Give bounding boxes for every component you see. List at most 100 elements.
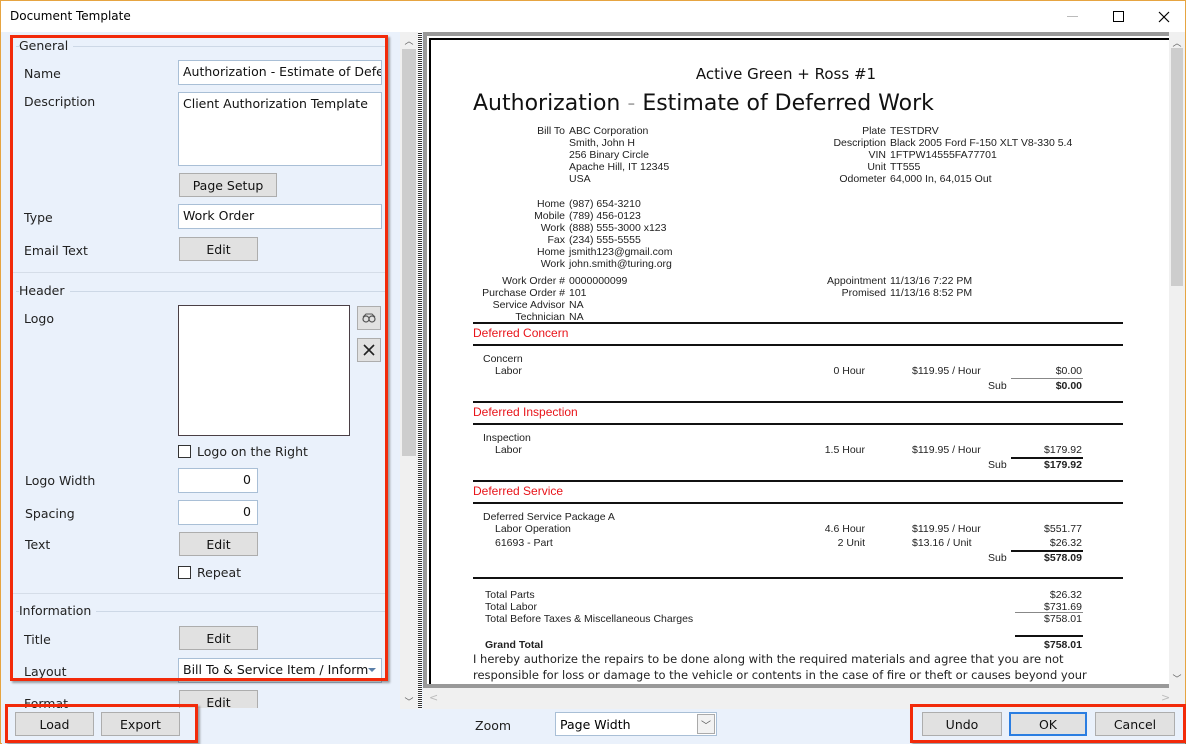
line-rate: $119.95 / Hour bbox=[912, 365, 981, 377]
general-group-legend: General bbox=[19, 38, 74, 53]
vehicle-value: TT555 bbox=[890, 161, 921, 173]
email-text-label: Email Text bbox=[24, 243, 88, 258]
checkbox-box[interactable] bbox=[178, 445, 191, 458]
line-amount: $26.32 bbox=[1049, 537, 1082, 549]
page-setup-button[interactable]: Page Setup bbox=[179, 173, 277, 197]
scroll-left-arrow-icon[interactable]: < bbox=[429, 691, 438, 704]
contact-label: Home bbox=[536, 198, 565, 210]
contact-value: john.smith@turing.org bbox=[569, 258, 672, 270]
load-button[interactable]: Load bbox=[15, 712, 94, 736]
logo-on-right-checkbox[interactable]: Logo on the Right bbox=[178, 444, 308, 459]
document-title: Authorization - Estimate of Deferred Wor… bbox=[473, 91, 934, 116]
spacing-label: Spacing bbox=[25, 506, 75, 521]
logo-width-input[interactable]: 0 bbox=[178, 468, 258, 493]
scrollbar-thumb[interactable] bbox=[402, 49, 416, 456]
scrollbar-thumb[interactable] bbox=[1171, 48, 1183, 286]
cancel-button[interactable]: Cancel bbox=[1095, 712, 1175, 736]
bill-to-line: USA bbox=[569, 173, 591, 185]
preview-horizontal-scrollbar[interactable]: < > bbox=[423, 688, 1170, 709]
zoom-select[interactable]: Page Width ﹀ bbox=[555, 712, 717, 736]
line-amount: $179.92 bbox=[1044, 444, 1082, 456]
contact-label: Mobile bbox=[534, 210, 565, 222]
totals-top-rule bbox=[473, 577, 1123, 579]
order-label: Work Order # bbox=[502, 275, 565, 287]
layout-select[interactable]: Bill To & Service Item / Inform bbox=[178, 658, 382, 683]
checkbox-box[interactable] bbox=[178, 566, 191, 579]
bill-to-line: Smith, John H bbox=[569, 137, 635, 149]
line-desc: Labor bbox=[495, 365, 522, 377]
description-textarea[interactable]: Client Authorization Template bbox=[178, 92, 382, 166]
section-top-rule bbox=[473, 322, 1123, 324]
chevron-down-icon[interactable]: ﹀ bbox=[697, 714, 715, 734]
maximize-button[interactable] bbox=[1095, 1, 1141, 32]
contact-value: jsmith123@gmail.com bbox=[569, 246, 673, 258]
title-edit-button[interactable]: Edit bbox=[179, 626, 258, 650]
shop-name: Active Green + Ross #1 bbox=[695, 65, 877, 83]
x-icon bbox=[363, 344, 375, 356]
clear-logo-button[interactable] bbox=[357, 338, 381, 362]
format-edit-button[interactable]: Edit bbox=[179, 690, 258, 708]
browse-logo-button[interactable] bbox=[357, 306, 381, 330]
email-text-edit-button[interactable]: Edit bbox=[179, 237, 258, 261]
title-label: Title bbox=[24, 632, 51, 647]
vehicle-label: Unit bbox=[867, 161, 886, 173]
bill-to-line: ABC Corporation bbox=[569, 125, 649, 137]
layout-label: Layout bbox=[24, 664, 67, 679]
name-input[interactable]: Authorization - Estimate of Defer bbox=[178, 60, 382, 85]
minimize-button[interactable] bbox=[1049, 1, 1095, 32]
repeat-checkbox[interactable]: Repeat bbox=[178, 565, 241, 580]
type-label: Type bbox=[24, 210, 53, 225]
spacing-input[interactable]: 0 bbox=[178, 500, 258, 525]
type-field[interactable]: Work Order bbox=[178, 204, 382, 229]
ok-button[interactable]: OK bbox=[1009, 712, 1087, 736]
total-value: $758.01 bbox=[1044, 613, 1082, 625]
subtotal-label: Sub bbox=[988, 380, 1007, 392]
dropdown-arrow-icon bbox=[368, 668, 376, 672]
name-label: Name bbox=[24, 66, 61, 81]
total-label: Total Labor bbox=[485, 601, 537, 613]
preview-vertical-scrollbar[interactable]: ︿ ﹀ bbox=[1169, 32, 1185, 688]
bill-to-line: Apache Hill, IT 12345 bbox=[569, 161, 670, 173]
contact-value: (234) 555-5555 bbox=[569, 234, 641, 246]
title-bar: Document Template bbox=[1, 1, 1185, 32]
scroll-down-arrow-icon[interactable]: ﹀ bbox=[400, 693, 418, 709]
scroll-up-arrow-icon[interactable]: ︿ bbox=[400, 32, 418, 48]
bill-to-line: 256 Binary Circle bbox=[569, 149, 649, 161]
information-group-legend: Information bbox=[19, 603, 97, 618]
bottom-bar: Load Export Zoom Page Width ﹀ Undo OK Ca… bbox=[2, 704, 1186, 744]
total-label: Total Before Taxes & Miscellaneous Charg… bbox=[485, 613, 694, 625]
section-item-name: Concern bbox=[483, 353, 523, 365]
contact-value: (789) 456-0123 bbox=[569, 210, 641, 222]
export-button[interactable]: Export bbox=[101, 712, 180, 736]
zoom-select-value: Page Width bbox=[560, 717, 631, 732]
panel-splitter[interactable] bbox=[418, 32, 422, 710]
section-top-rule bbox=[473, 480, 1123, 482]
grand-total-value: $758.01 bbox=[1044, 639, 1082, 651]
line-rate: $13.16 / Unit bbox=[912, 537, 972, 549]
line-qty: 2 Unit bbox=[837, 537, 865, 549]
header-text-edit-button[interactable]: Edit bbox=[179, 532, 258, 556]
line-amount: $0.00 bbox=[1055, 365, 1082, 377]
order-label: Purchase Order # bbox=[482, 287, 565, 299]
subtotal-value: $179.92 bbox=[1044, 459, 1082, 471]
title-dash: - bbox=[627, 91, 636, 116]
settings-scrollbar[interactable]: ︿ ﹀ bbox=[400, 32, 418, 709]
schedule-value: 11/13/16 7:22 PM bbox=[890, 275, 973, 287]
line-desc: 61693 - Part bbox=[495, 537, 553, 549]
close-button[interactable] bbox=[1141, 1, 1186, 32]
window-title: Document Template bbox=[10, 9, 131, 23]
contact-label: Home bbox=[536, 246, 565, 258]
section-header-rule bbox=[473, 502, 1123, 504]
scroll-right-arrow-icon[interactable]: > bbox=[1161, 691, 1170, 704]
vehicle-value: 1FTPW14555FA77701 bbox=[890, 149, 997, 161]
text-label: Text bbox=[25, 537, 51, 552]
grand-total-overline bbox=[1015, 635, 1083, 637]
preview-page-frame: Active Green + Ross #1 Authorization - E… bbox=[423, 32, 1169, 688]
logo-preview-box[interactable] bbox=[178, 305, 350, 436]
subtotal-label: Sub bbox=[988, 459, 1007, 471]
scroll-down-arrow-icon[interactable]: ﹀ bbox=[1169, 670, 1185, 686]
undo-button[interactable]: Undo bbox=[922, 712, 1002, 736]
line-desc: Labor Operation bbox=[495, 523, 571, 535]
binoculars-icon bbox=[362, 313, 376, 323]
vehicle-label: Plate bbox=[862, 125, 886, 137]
